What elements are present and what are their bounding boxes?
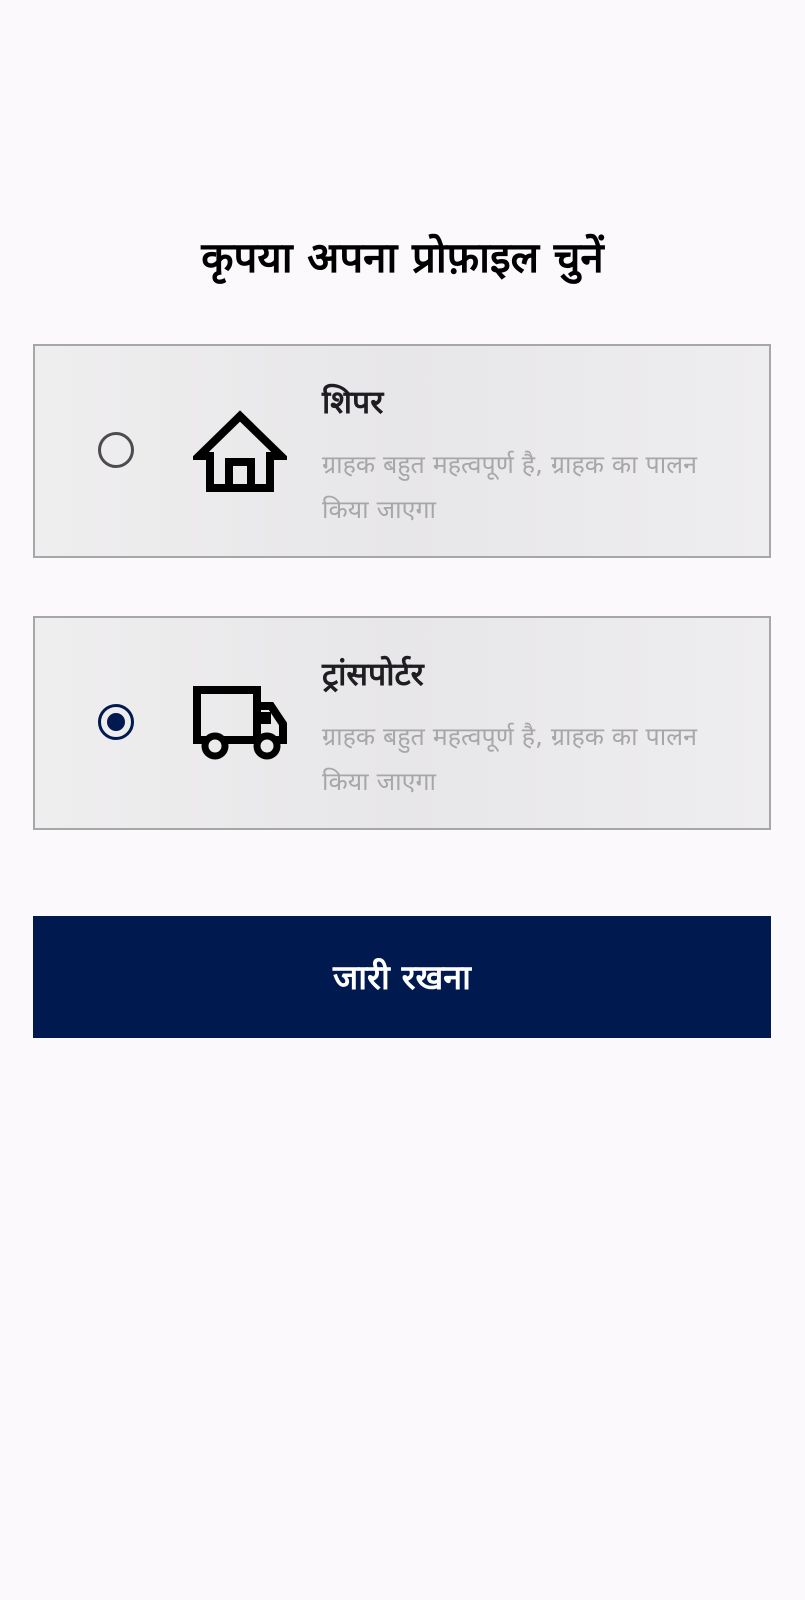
profile-description: ग्राहक बहुत महत्वपूर्ण है, ग्राहक का पाल… — [322, 450, 698, 524]
truck-icon — [193, 682, 287, 766]
profile-option-transporter[interactable]: ट्रांसपोर्टर ग्राहक बहुत महत्वपूर्ण है, … — [33, 616, 771, 830]
home-icon — [189, 410, 291, 494]
page-title: कृपया अपना प्रोफ़ाइल चुनें — [201, 233, 604, 282]
profile-title: ट्रांसपोर्टर — [322, 655, 424, 693]
continue-button[interactable]: जारी रखना — [33, 916, 771, 1038]
profile-description: ग्राहक बहुत महत्वपूर्ण है, ग्राहक का पाल… — [322, 722, 698, 796]
profile-title: शिपर — [322, 383, 384, 421]
profile-option-shipper[interactable]: शिपर ग्राहक बहुत महत्वपूर्ण है, ग्राहक क… — [33, 344, 771, 558]
radio-transporter[interactable] — [98, 704, 134, 740]
radio-shipper[interactable] — [98, 432, 134, 468]
